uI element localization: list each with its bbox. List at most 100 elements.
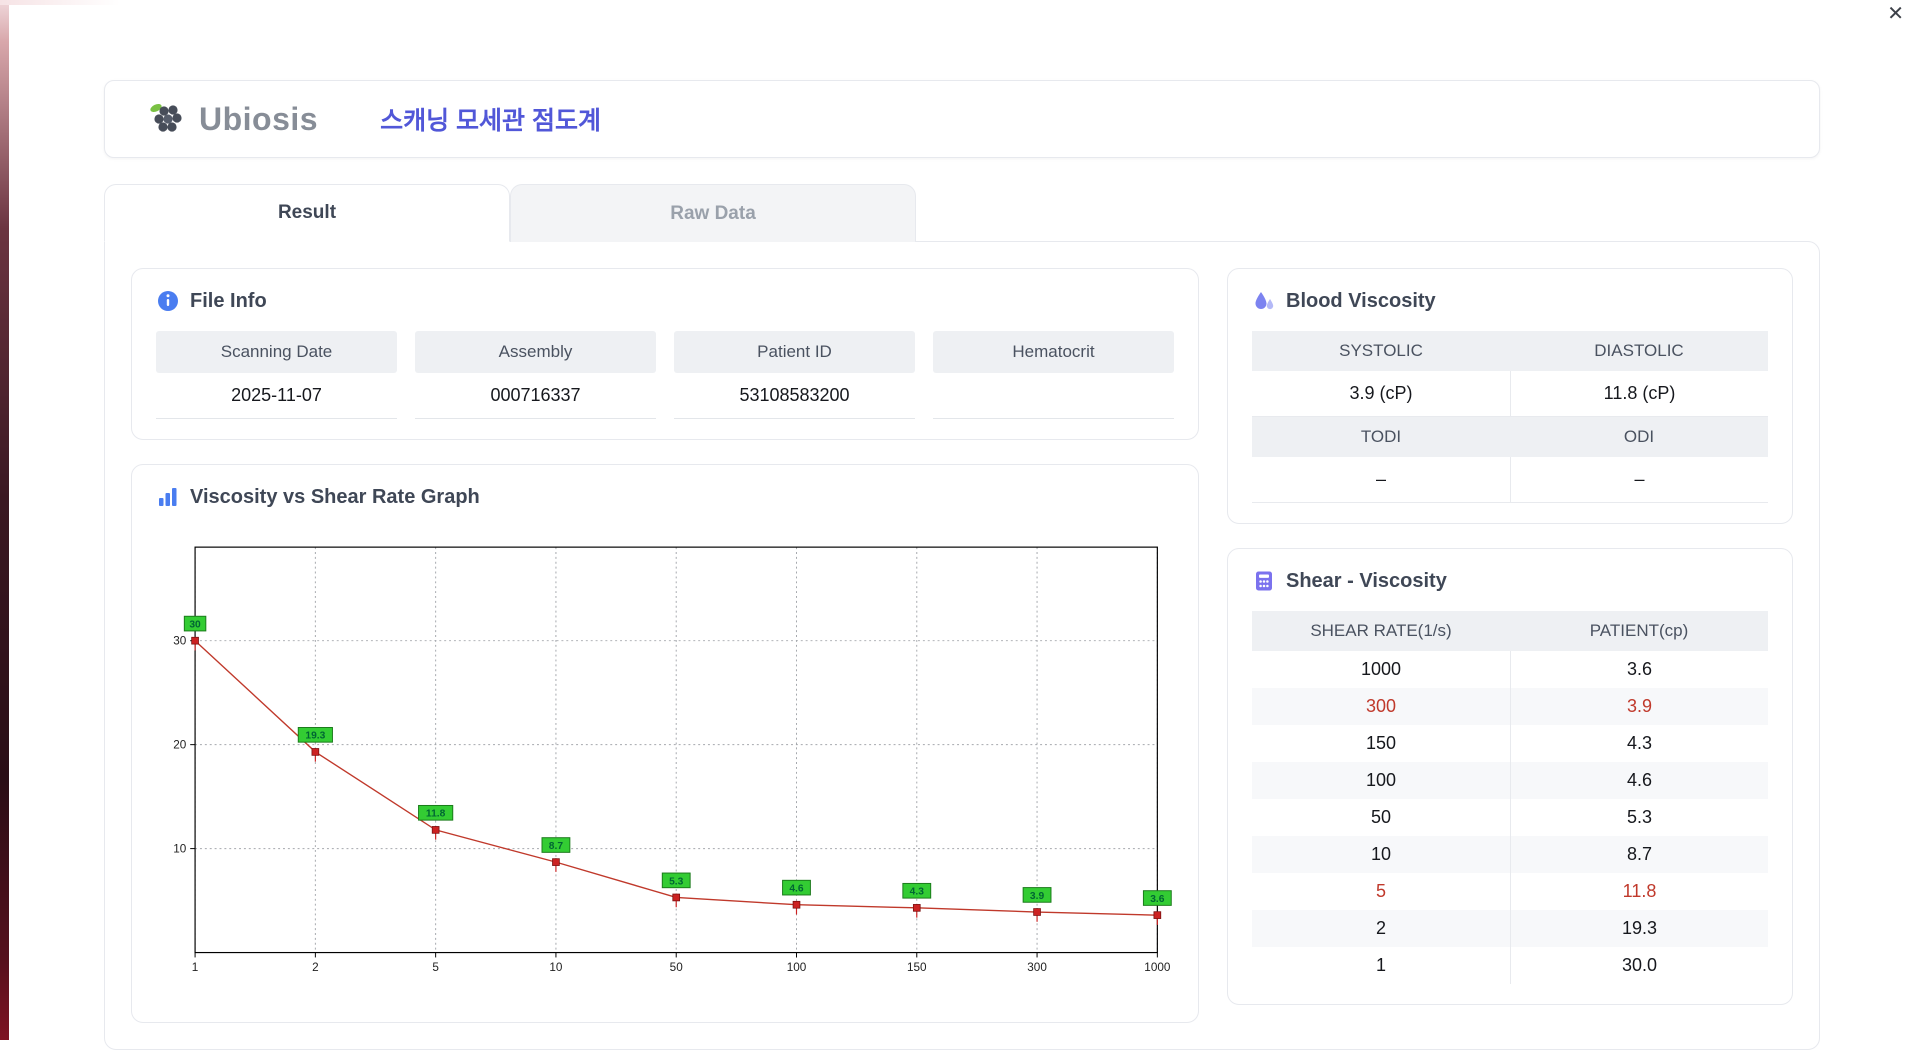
tab-result-label: Result <box>278 202 336 224</box>
svg-text:30: 30 <box>189 620 201 631</box>
svg-text:100: 100 <box>787 961 807 974</box>
svg-text:11.8: 11.8 <box>426 809 446 820</box>
bv-value-row-2: – – <box>1252 457 1768 503</box>
sv-shear-value: 1000 <box>1252 651 1510 688</box>
field-value: 2025-11-07 <box>156 373 397 419</box>
sv-shear-value: 100 <box>1252 762 1510 799</box>
table-row: 5 11.8 <box>1252 873 1768 910</box>
svg-text:300: 300 <box>1027 961 1047 974</box>
viscosity-chart-svg: 10 20 30 1 2 5 10 50 100 150 300 1000 30 19.3 11.8 8.7 5… <box>156 527 1172 1002</box>
table-row: 2 19.3 <box>1252 910 1768 947</box>
field-value: 53108583200 <box>674 373 915 419</box>
svg-text:5: 5 <box>432 961 439 974</box>
svg-text:10: 10 <box>173 843 187 856</box>
sv-header-row: SHEAR RATE(1/s) PATIENT(cp) <box>1252 611 1768 651</box>
sv-shear-value: 5 <box>1252 873 1510 910</box>
sv-patient-value: 30.0 <box>1510 947 1768 984</box>
bv-todi-value: – <box>1252 457 1510 503</box>
info-icon <box>156 289 180 313</box>
svg-text:150: 150 <box>907 961 927 974</box>
app-title: 스캐닝 모세관 점도계 <box>380 101 601 137</box>
blood-viscosity-title: Blood Viscosity <box>1286 290 1436 313</box>
shear-viscosity-title: Shear - Viscosity <box>1286 570 1447 593</box>
sv-patient-value: 3.6 <box>1510 651 1768 688</box>
blood-drop-icon <box>1252 289 1276 313</box>
ubiosis-logo: Ubiosis <box>147 101 318 138</box>
sv-patient-value: 19.3 <box>1510 910 1768 947</box>
graph-title: Viscosity vs Shear Rate Graph <box>190 486 480 509</box>
bv-header-row-2: TODI ODI <box>1252 417 1768 457</box>
calculator-grid-icon <box>1252 569 1276 593</box>
svg-text:19.3: 19.3 <box>305 731 325 742</box>
svg-text:30: 30 <box>173 635 187 648</box>
field-assembly: Assembly 000716337 <box>415 331 656 419</box>
sv-patient-value: 3.9 <box>1510 688 1768 725</box>
field-scanning-date: Scanning Date 2025-11-07 <box>156 331 397 419</box>
field-value: 000716337 <box>415 373 656 419</box>
field-value <box>933 373 1174 419</box>
svg-text:3.6: 3.6 <box>1150 894 1165 905</box>
sv-header-patient: PATIENT(cp) <box>1510 611 1768 651</box>
tab-result[interactable]: Result <box>104 184 510 242</box>
sv-shear-value: 10 <box>1252 836 1510 873</box>
tab-bar: Result Raw Data <box>104 184 1820 242</box>
svg-text:1000: 1000 <box>1144 961 1171 974</box>
svg-text:50: 50 <box>670 961 684 974</box>
svg-text:3.9: 3.9 <box>1030 891 1045 902</box>
tab-raw-data[interactable]: Raw Data <box>510 184 916 242</box>
table-row: 300 3.9 <box>1252 688 1768 725</box>
table-row: 1 30.0 <box>1252 947 1768 984</box>
bv-value-row-1: 3.9 (cP) 11.8 (cP) <box>1252 371 1768 417</box>
svg-text:4.6: 4.6 <box>789 884 804 895</box>
file-info-card: File Info Scanning Date 2025-11-07 Assem… <box>131 268 1199 440</box>
table-row: 100 4.6 <box>1252 762 1768 799</box>
svg-text:8.7: 8.7 <box>549 841 564 852</box>
field-label: Assembly <box>415 331 656 373</box>
shear-viscosity-card: Shear - Viscosity SHEAR RATE(1/s) PATIEN… <box>1227 548 1793 1005</box>
sv-patient-value: 11.8 <box>1510 873 1768 910</box>
file-info-fields: Scanning Date 2025-11-07 Assembly 000716… <box>156 331 1174 419</box>
window-close-button[interactable]: ✕ <box>1883 2 1908 26</box>
bv-systolic-value: 3.9 (cP) <box>1252 371 1510 417</box>
table-row: 50 5.3 <box>1252 799 1768 836</box>
svg-text:1: 1 <box>192 961 199 974</box>
table-row: 10 8.7 <box>1252 836 1768 873</box>
bv-diastolic-value: 11.8 (cP) <box>1510 371 1768 417</box>
grape-cluster-logo-icon <box>147 102 189 136</box>
sv-shear-value: 150 <box>1252 725 1510 762</box>
tab-raw-data-label: Raw Data <box>670 203 756 225</box>
sv-patient-value: 8.7 <box>1510 836 1768 873</box>
field-label: Hematocrit <box>933 331 1174 373</box>
sv-patient-value: 5.3 <box>1510 799 1768 836</box>
field-label: Scanning Date <box>156 331 397 373</box>
bv-header-row-1: SYSTOLIC DIASTOLIC <box>1252 331 1768 371</box>
sv-rows: 1000 3.6 300 3.9 150 4.3 100 <box>1252 651 1768 984</box>
sv-shear-value: 1 <box>1252 947 1510 984</box>
svg-text:4.3: 4.3 <box>910 887 925 898</box>
bv-header-todi: TODI <box>1252 417 1510 457</box>
logo-text: Ubiosis <box>199 101 318 138</box>
table-row: 1000 3.6 <box>1252 651 1768 688</box>
field-patient-id: Patient ID 53108583200 <box>674 331 915 419</box>
field-label: Patient ID <box>674 331 915 373</box>
sv-patient-value: 4.3 <box>1510 725 1768 762</box>
svg-text:2: 2 <box>312 961 319 974</box>
svg-text:20: 20 <box>173 739 187 752</box>
desktop-top-sliver <box>0 0 120 5</box>
bv-header-systolic: SYSTOLIC <box>1252 331 1510 371</box>
result-panel: File Info Scanning Date 2025-11-07 Assem… <box>104 241 1820 1050</box>
app-header: Ubiosis 스캐닝 모세관 점도계 <box>104 80 1820 158</box>
file-info-title: File Info <box>190 290 267 313</box>
sv-header-shear-rate: SHEAR RATE(1/s) <box>1252 611 1510 651</box>
table-row: 150 4.3 <box>1252 725 1768 762</box>
svg-text:10: 10 <box>549 961 563 974</box>
svg-text:5.3: 5.3 <box>669 876 684 887</box>
sv-patient-value: 4.6 <box>1510 762 1768 799</box>
bar-chart-icon <box>156 485 180 509</box>
sv-shear-value: 50 <box>1252 799 1510 836</box>
viscosity-graph-card: Viscosity vs Shear Rate Graph 1020301251… <box>131 464 1199 1023</box>
bv-odi-value: – <box>1510 457 1768 503</box>
sv-shear-value: 300 <box>1252 688 1510 725</box>
main-window: Ubiosis 스캐닝 모세관 점도계 Result Raw Data <box>104 80 1820 1050</box>
bv-header-diastolic: DIASTOLIC <box>1510 331 1768 371</box>
